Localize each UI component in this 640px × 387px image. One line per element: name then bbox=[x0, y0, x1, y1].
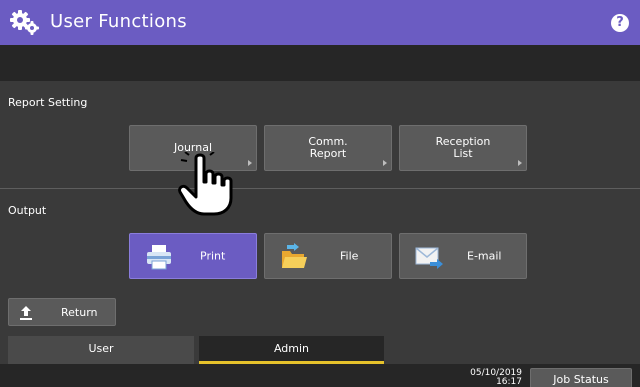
comm-report-button[interactable]: Comm. Report bbox=[264, 125, 392, 171]
time-text: 16:17 bbox=[496, 377, 522, 387]
tab-user[interactable]: User bbox=[8, 336, 194, 364]
tab-admin[interactable]: Admin bbox=[199, 336, 384, 364]
arrow-right-icon bbox=[383, 160, 387, 166]
print-button-label: Print bbox=[200, 249, 226, 263]
screen: User Functions ? Report Setting Journal … bbox=[0, 0, 640, 387]
return-button-label: Return bbox=[61, 306, 98, 319]
arrow-right-icon bbox=[248, 160, 252, 166]
tab-user-label: User bbox=[88, 342, 114, 355]
gear-icon bbox=[10, 10, 39, 35]
title-bar: User Functions ? bbox=[0, 0, 640, 45]
printer-icon bbox=[147, 245, 171, 270]
report-setting-label: Report Setting bbox=[8, 96, 88, 109]
email-button[interactable]: E-mail bbox=[399, 233, 527, 279]
arrow-right-icon bbox=[518, 160, 522, 166]
tab-admin-label: Admin bbox=[273, 342, 310, 355]
job-status-button[interactable]: Job Status bbox=[530, 368, 632, 387]
hand-pointer-icon bbox=[178, 152, 233, 216]
print-button[interactable]: Print bbox=[129, 233, 257, 279]
page-title: User Functions bbox=[50, 11, 187, 32]
return-button[interactable]: Return bbox=[8, 298, 116, 326]
file-button-label: File bbox=[340, 249, 359, 263]
date-time: 05/10/2019 16:17 bbox=[470, 369, 522, 387]
sub-header-bar bbox=[0, 45, 640, 81]
folder-icon bbox=[282, 243, 307, 268]
reception-list-button-label: Reception List bbox=[435, 135, 491, 160]
status-bar: 05/10/2019 16:17 Job Status bbox=[0, 364, 640, 387]
help-button[interactable]: ? bbox=[611, 14, 629, 32]
output-label: Output bbox=[8, 204, 47, 217]
email-button-label: E-mail bbox=[467, 249, 502, 263]
section-divider bbox=[0, 188, 640, 189]
reception-list-button[interactable]: Reception List bbox=[399, 125, 527, 171]
comm-report-button-label: Comm. Report bbox=[308, 135, 348, 160]
file-button[interactable]: File bbox=[264, 233, 392, 279]
return-arrow-icon bbox=[20, 306, 32, 320]
email-icon bbox=[415, 247, 443, 269]
